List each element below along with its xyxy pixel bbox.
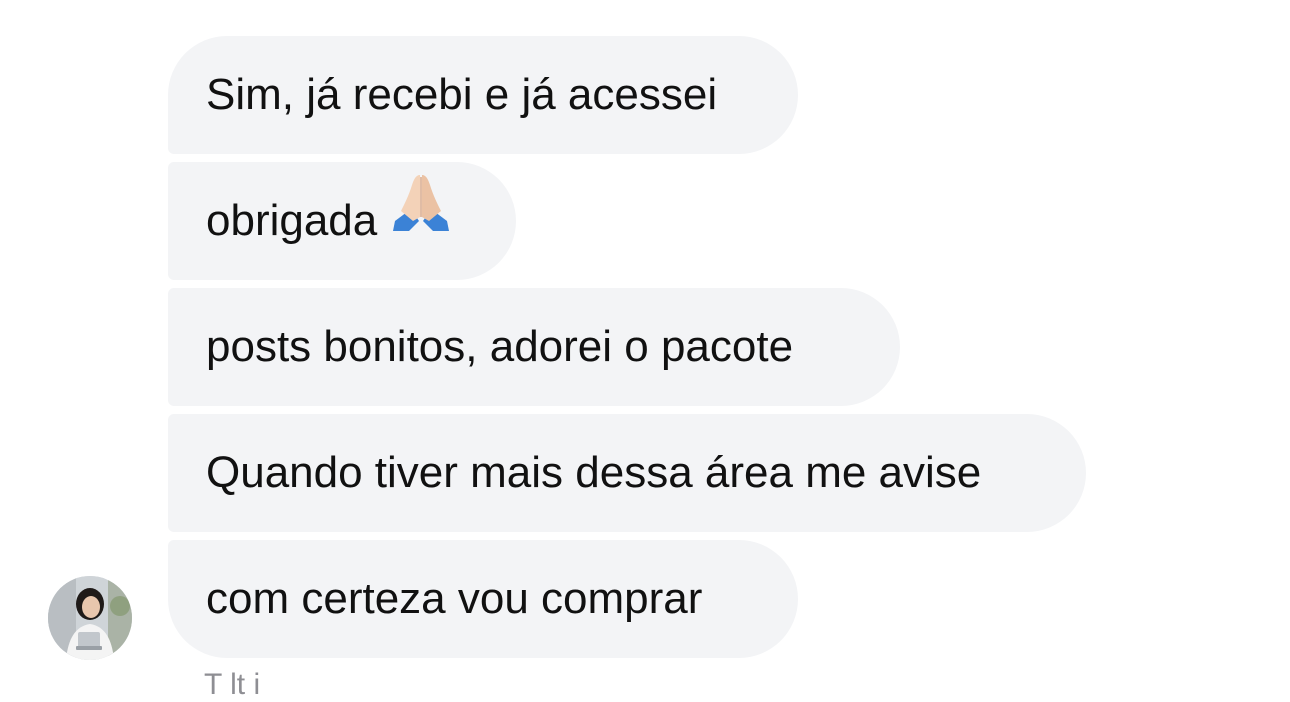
message-status-text: T lt i bbox=[204, 668, 261, 701]
message-text: Quando tiver mais dessa área me avise bbox=[206, 448, 982, 497]
message-bubble[interactable]: obrigada bbox=[168, 162, 516, 280]
message-text: Sim, já recebi e já acessei bbox=[206, 70, 718, 119]
chat-thread: Sim, já recebi e já acessei obrigada pos… bbox=[0, 0, 1290, 701]
folded-hands-icon bbox=[389, 160, 453, 278]
message-text: obrigada bbox=[206, 196, 378, 245]
message-bubble[interactable]: com certeza vou comprar bbox=[168, 540, 798, 658]
message-bubble[interactable]: posts bonitos, adorei o pacote bbox=[168, 288, 900, 406]
message-bubble[interactable]: Quando tiver mais dessa área me avise bbox=[168, 414, 1086, 532]
message-bubble[interactable]: Sim, já recebi e já acessei bbox=[168, 36, 798, 154]
message-text: com certeza vou comprar bbox=[206, 574, 703, 623]
message-text: posts bonitos, adorei o pacote bbox=[206, 322, 794, 371]
avatar[interactable] bbox=[48, 576, 132, 660]
